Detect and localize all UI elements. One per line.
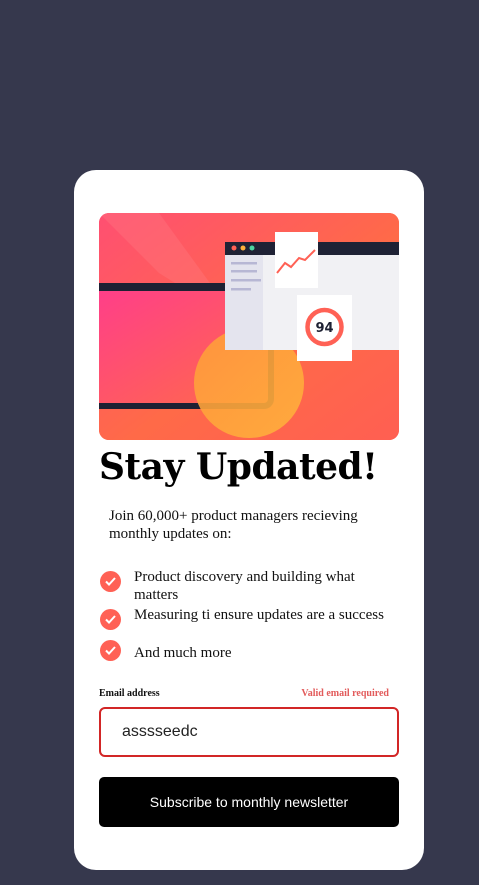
email-error-message: Valid email required <box>301 688 389 699</box>
newsletter-card: 94 Stay Updated! Join 60,000+ product ma… <box>74 170 424 870</box>
email-label: Email address <box>99 688 160 699</box>
intro-text: Join 60,000+ product managers recieving … <box>109 508 358 542</box>
check-icon <box>100 571 121 592</box>
list-item-text: Measuring ti ensure updates are a succes… <box>134 607 384 623</box>
check-icon <box>100 609 121 630</box>
subscribe-button[interactable]: Subscribe to monthly newsletter <box>99 777 399 827</box>
hero-illustration: 94 <box>99 213 399 440</box>
score-text: 94 <box>315 321 333 336</box>
list-item-text: And much more <box>134 645 232 661</box>
page-title: Stay Updated! <box>99 446 378 488</box>
list-item-text: Product discovery and building what matt… <box>134 569 355 603</box>
check-icon <box>100 640 121 661</box>
email-field[interactable] <box>99 707 399 757</box>
